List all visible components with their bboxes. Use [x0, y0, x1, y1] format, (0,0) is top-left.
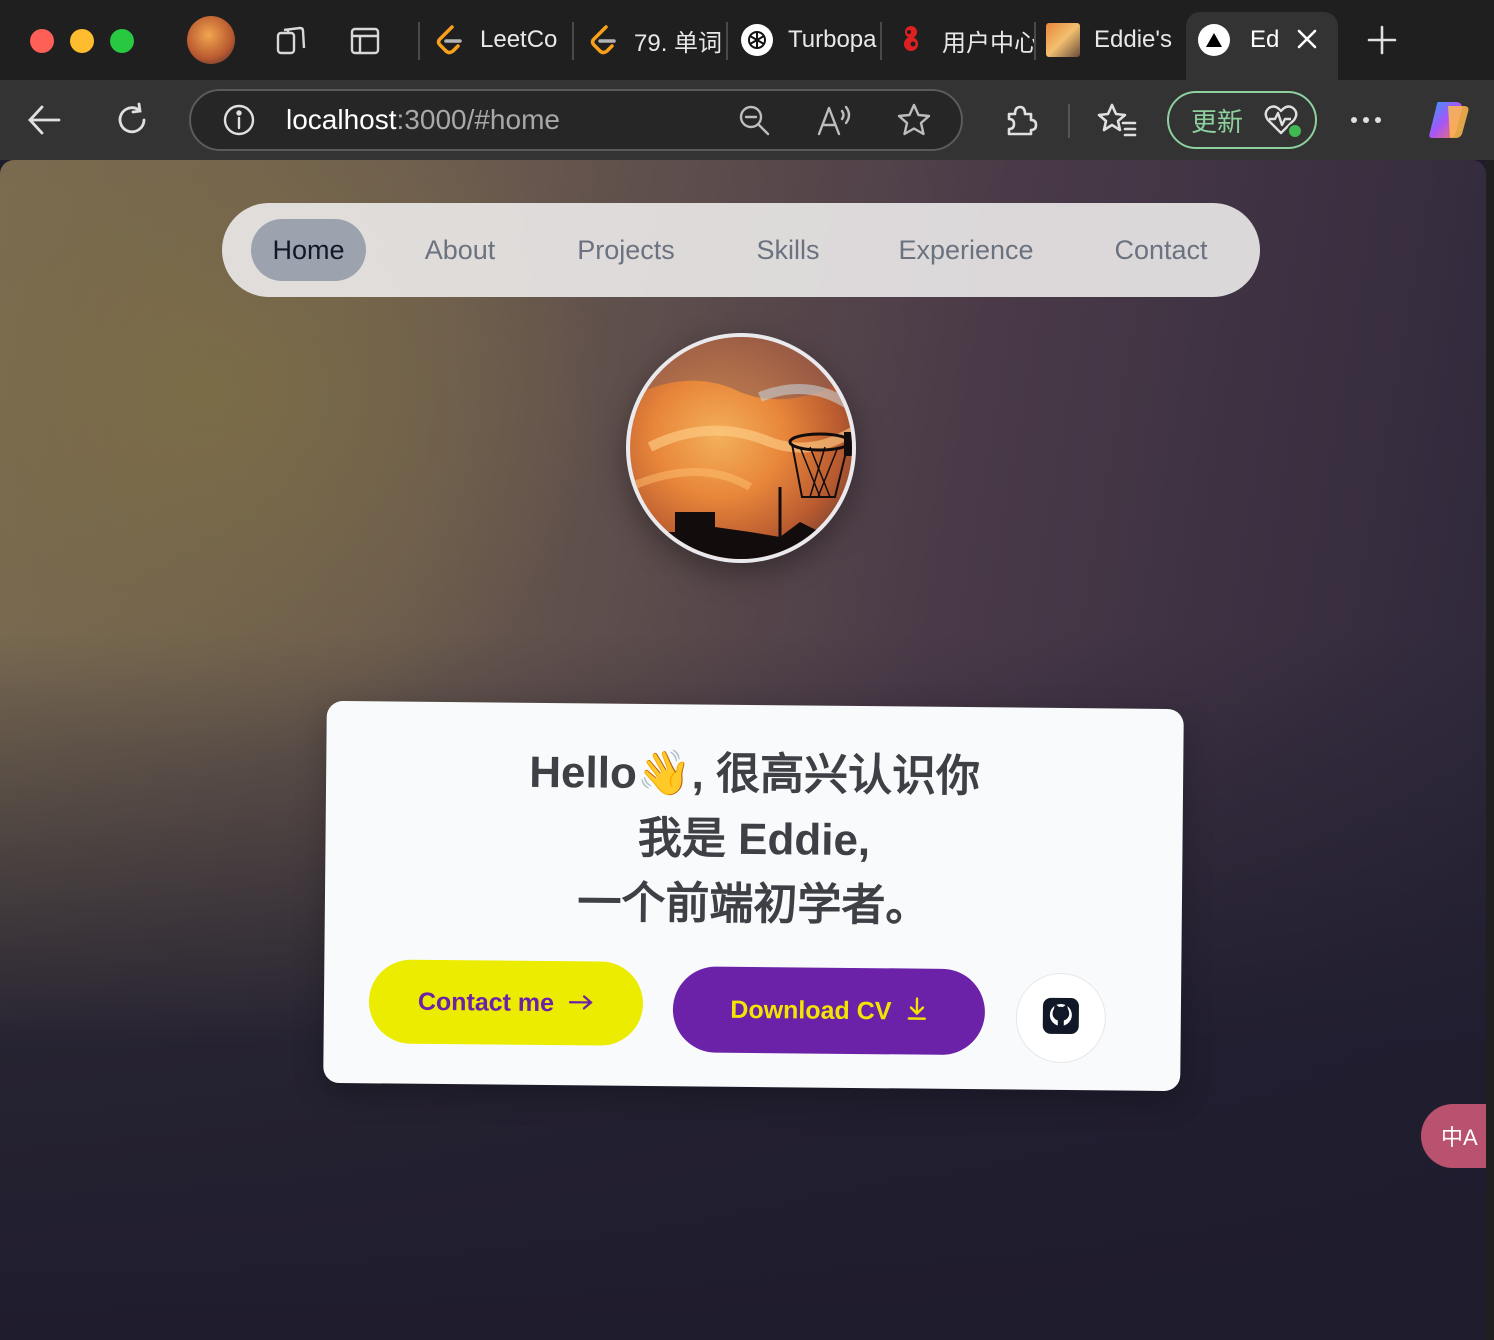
main-nav: Home About Projects Skills Experience Co… [222, 203, 1260, 297]
workspaces-icon[interactable] [272, 22, 310, 60]
tab-active-eddie[interactable]: Ed [1186, 12, 1338, 82]
bookmark-star-icon[interactable] [894, 100, 934, 140]
window-edge [1486, 160, 1494, 1340]
tab-label: LeetCo [480, 26, 558, 53]
nav-item-experience[interactable]: Experience [890, 219, 1042, 281]
refresh-icon[interactable] [112, 100, 152, 140]
vercel-triangle-icon [1198, 24, 1230, 56]
nav-item-home[interactable]: Home [251, 219, 366, 281]
tab-separator [572, 22, 574, 60]
tab-separator [1034, 22, 1036, 60]
openai-icon [740, 23, 774, 57]
tab-label: 79. 单词 [634, 29, 723, 57]
download-cv-label: Download CV [730, 995, 892, 1025]
vertical-tabs-icon[interactable] [346, 22, 384, 60]
maximize-window-button[interactable] [110, 29, 134, 53]
site-info-icon[interactable] [222, 103, 256, 137]
red-logo-icon [894, 23, 928, 57]
more-menu-icon[interactable] [1346, 104, 1386, 136]
health-heart-icon [1263, 103, 1304, 139]
hero-card: Hello👋, 很高兴认识你 我是 Eddie, 一个前端初学者。 Contac… [323, 700, 1184, 1092]
tab-label: Eddie's [1094, 26, 1172, 53]
tab-eddies[interactable]: Eddie's [1046, 12, 1182, 68]
profile-avatar [626, 333, 856, 563]
translate-button[interactable]: 中A [1421, 1104, 1486, 1168]
toolbar-divider [1068, 104, 1070, 138]
arrow-right-icon [568, 989, 594, 1018]
download-icon [905, 995, 927, 1028]
sunset-basketball-image [630, 337, 852, 559]
download-cv-button[interactable]: Download CV [672, 966, 986, 1056]
read-aloud-icon[interactable] [816, 102, 854, 138]
nav-item-projects[interactable]: Projects [562, 219, 690, 281]
nav-item-contact[interactable]: Contact [1104, 219, 1218, 281]
hero-name: 我是 Eddie, [637, 813, 871, 866]
tab-label: Turbopa [788, 26, 877, 53]
close-tab-icon[interactable] [1294, 26, 1320, 52]
translate-icon: 中A [1441, 1125, 1478, 1150]
tab-separator [726, 22, 728, 60]
leetcode-icon [586, 23, 620, 57]
url-path: :3000/#home [396, 104, 560, 135]
sunset-image-icon [1046, 23, 1080, 57]
copilot-icon[interactable] [1426, 98, 1472, 142]
tab-user-center[interactable]: 用户中心 [894, 12, 1034, 68]
url-host: localhost [286, 104, 397, 135]
tab-leetcode[interactable]: LeetCo [432, 12, 572, 68]
hero-tagline: 一个前端初学者。 [577, 878, 930, 931]
tab-separator [880, 22, 882, 60]
contact-me-button[interactable]: Contact me [368, 959, 644, 1046]
hero-greeting: Hello👋, 很高兴认识你 [529, 747, 981, 802]
tab-label: Ed [1250, 26, 1280, 53]
update-label: 更新 [1191, 106, 1244, 137]
zoom-out-icon[interactable] [736, 102, 772, 138]
nav-item-about[interactable]: About [410, 219, 510, 281]
contact-me-label: Contact me [417, 987, 555, 1017]
notification-dot [1287, 123, 1304, 139]
github-icon [1042, 996, 1080, 1039]
favorites-list-icon[interactable] [1096, 100, 1138, 140]
extensions-puzzle-icon[interactable] [1000, 100, 1040, 140]
tab-turbopack[interactable]: Turbopa [740, 12, 880, 68]
minimize-window-button[interactable] [70, 29, 94, 53]
profile-avatar-icon[interactable] [187, 16, 235, 64]
update-browser-button[interactable]: 更新 [1167, 91, 1317, 149]
close-window-button[interactable] [30, 29, 54, 53]
tab-separator [418, 22, 420, 60]
page-viewport: Home About Projects Skills Experience Co… [0, 160, 1486, 1340]
tab-label: 用户中心 [942, 29, 1034, 57]
browser-tab-bar: LeetCo 79. 单词 Turbopa 用户中心 Eddie's Ed [0, 0, 1494, 82]
github-button[interactable] [1015, 972, 1107, 1064]
nav-item-skills[interactable]: Skills [744, 219, 832, 281]
new-tab-icon[interactable] [1364, 22, 1400, 58]
leetcode-icon [432, 23, 466, 57]
back-arrow-icon[interactable] [24, 100, 64, 140]
tab-leetcode-79[interactable]: 79. 单词 [586, 12, 726, 68]
url-text[interactable]: localhost:3000/#home [286, 100, 560, 140]
